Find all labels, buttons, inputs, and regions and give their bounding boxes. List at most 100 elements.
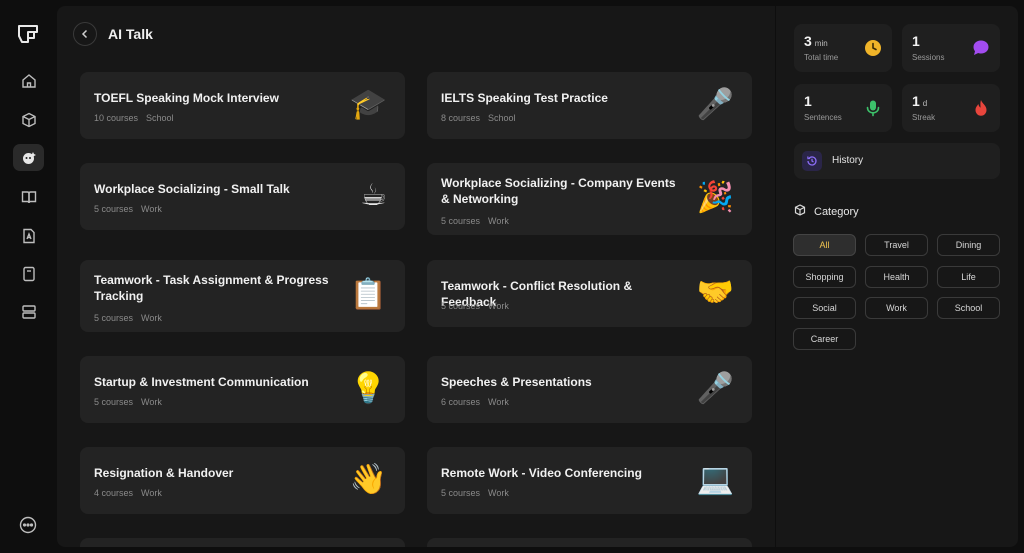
main-panel: AI Talk TOEFL Speaking Mock Interview 10… (57, 6, 775, 547)
stat-label: Total time (804, 53, 839, 62)
stats-panel: 3 min Total time 1 Sessions 1 Sentences 1… (776, 6, 1018, 547)
stat-label: Streak (912, 113, 936, 122)
stat-unit: min (814, 39, 828, 48)
course-tag: Work (141, 488, 162, 498)
course-tag: Work (488, 301, 509, 311)
course-tag: Work (488, 216, 509, 226)
microphone-icon (864, 99, 882, 117)
course-tag: Work (141, 397, 162, 407)
flame-icon (972, 99, 990, 117)
chat-bubble-icon (972, 39, 990, 57)
graduation-cap-icon: 🎓 (349, 87, 387, 122)
course-title: Resignation & Handover (94, 466, 234, 480)
history-icon (802, 151, 822, 171)
waving-hand-icon: 👋 (349, 462, 387, 497)
course-tag: Work (141, 204, 162, 214)
course-count: 8 courses (441, 113, 481, 123)
stat-streak: 1d Streak (902, 84, 1000, 132)
stat-sentences: 1 Sentences (794, 84, 892, 132)
more-options-icon[interactable] (19, 516, 37, 534)
clock-icon (864, 39, 882, 57)
course-tag: Work (488, 488, 509, 498)
course-card[interactable]: Remote Work - Video Conferencing 5 cours… (427, 447, 752, 514)
course-count: 10 courses (94, 113, 139, 123)
stat-value: 1 (912, 93, 920, 109)
course-count: 5 courses (94, 313, 134, 323)
app-logo-icon[interactable] (16, 22, 40, 46)
course-count: 5 courses (441, 488, 481, 498)
category-chip-school[interactable]: School (937, 297, 1000, 319)
course-tag: Work (488, 397, 509, 407)
nav-document-icon[interactable] (13, 222, 44, 249)
page-title: AI Talk (108, 26, 153, 42)
category-chip-health[interactable]: Health (865, 266, 928, 288)
coffee-cup-icon: ☕ (360, 178, 387, 213)
category-chip-travel[interactable]: Travel (865, 234, 928, 256)
course-card[interactable]: Startup & Investment Communication 5 cou… (80, 356, 405, 423)
category-chip-social[interactable]: Social (793, 297, 856, 319)
stat-unit: d (922, 99, 928, 108)
history-button[interactable]: History (794, 143, 1000, 179)
light-bulb-icon: 💡 (349, 371, 387, 406)
stat-value: 1 (804, 93, 812, 109)
nav-notebook-icon[interactable] (13, 260, 44, 287)
nav-home-icon[interactable] (13, 67, 44, 94)
course-count: 4 courses (94, 488, 134, 498)
stat-sessions: 1 Sessions (902, 24, 1000, 72)
history-label: History (832, 155, 864, 166)
category-chip-shopping[interactable]: Shopping (793, 266, 856, 288)
course-count: 5 courses (441, 216, 481, 226)
course-title: Workplace Socializing - Small Talk (94, 182, 290, 196)
microphone-icon: 🎤 (696, 87, 734, 122)
course-title: IELTS Speaking Test Practice (441, 91, 608, 105)
course-count: 5 courses (441, 301, 481, 311)
course-card[interactable]: Teamwork - Conflict Resolution & Feedbac… (427, 260, 752, 327)
course-card[interactable]: Workplace Socializing - Company Events &… (427, 163, 752, 235)
course-tag: School (146, 113, 174, 123)
course-card[interactable]: Teamwork - Task Assignment & Progress Tr… (80, 260, 405, 332)
sidebar (0, 0, 57, 553)
category-chip-all[interactable]: All (793, 234, 856, 256)
course-card[interactable]: IELTS Speaking Test Practice 8 courses Sc… (427, 72, 752, 139)
stat-total-time: 3 min Total time (794, 24, 892, 72)
course-count: 5 courses (94, 204, 134, 214)
party-popper-icon: 🎉 (696, 180, 734, 215)
category-title: Category (814, 205, 859, 218)
course-tag: Work (141, 313, 162, 323)
course-title: Startup & Investment Communication (94, 375, 309, 389)
nav-book-icon[interactable] (13, 183, 44, 210)
microphone-icon: 🎤 (696, 371, 734, 406)
course-title: Workplace Socializing - Company Events &… (441, 176, 676, 206)
category-chip-work[interactable]: Work (865, 297, 928, 319)
laptop-icon: 💻 (696, 462, 734, 497)
cube-icon (794, 204, 806, 219)
course-card[interactable]: Workplace Socializing - Small Talk 5 cou… (80, 163, 405, 230)
category-chip-dining[interactable]: Dining (937, 234, 1000, 256)
course-title: Teamwork - Task Assignment & Progress Tr… (94, 273, 329, 303)
nav-ai-talk-icon[interactable] (13, 144, 44, 171)
handshake-icon: 🤝 (696, 275, 734, 310)
stat-label: Sessions (912, 53, 945, 62)
course-count: 5 courses (94, 397, 134, 407)
course-card[interactable]: TOEFL Speaking Mock Interview 10 courses… (80, 72, 405, 139)
course-title: TOEFL Speaking Mock Interview (94, 91, 279, 105)
course-card[interactable]: Speeches & Presentations 6 courses Work 🎤 (427, 356, 752, 423)
clipboard-icon: 📋 (349, 277, 387, 312)
back-button[interactable] (73, 22, 97, 46)
course-card[interactable] (427, 538, 752, 547)
category-chip-career[interactable]: Career (793, 328, 856, 350)
nav-stack-icon[interactable] (13, 298, 44, 325)
category-heading: Category (794, 204, 859, 219)
course-card[interactable] (80, 538, 405, 547)
stat-value: 3 (804, 33, 812, 49)
page-header: AI Talk (73, 22, 153, 46)
stat-label: Sentences (804, 113, 842, 122)
stat-value: 1 (912, 33, 920, 49)
course-card[interactable]: Resignation & Handover 4 courses Work 👋 (80, 447, 405, 514)
course-title: Remote Work - Video Conferencing (441, 466, 642, 480)
course-count: 6 courses (441, 397, 481, 407)
nav-cube-icon[interactable] (13, 106, 44, 133)
course-title: Speeches & Presentations (441, 375, 592, 389)
course-tag: School (488, 113, 516, 123)
category-chip-life[interactable]: Life (937, 266, 1000, 288)
